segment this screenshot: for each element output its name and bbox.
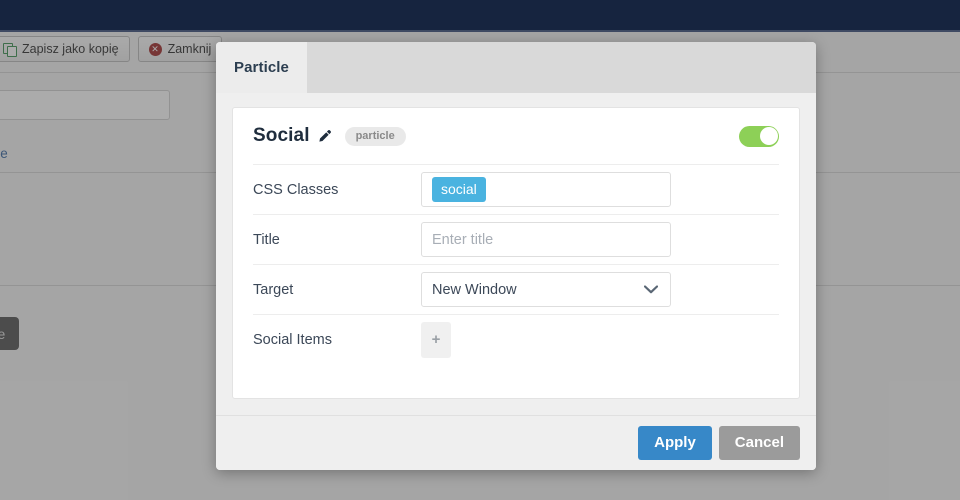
- row-title: Title Enter title: [253, 214, 779, 264]
- css-class-tag[interactable]: social: [432, 177, 486, 202]
- toggle-knob: [759, 127, 778, 145]
- target-select[interactable]: New Window: [421, 272, 671, 307]
- row-css-classes: CSS Classes social: [253, 164, 779, 214]
- social-items-label: Social Items: [253, 331, 332, 348]
- plus-icon: +: [431, 331, 441, 348]
- target-label: Target: [253, 281, 294, 298]
- chevron-down-icon: [644, 285, 658, 294]
- pencil-icon[interactable]: [318, 129, 332, 143]
- tab-particle-label: Particle: [234, 59, 289, 76]
- add-social-item-button[interactable]: +: [421, 321, 451, 358]
- row-target: Target New Window: [253, 264, 779, 314]
- tab-particle[interactable]: Particle: [216, 42, 307, 93]
- panel-header: Social particle: [233, 108, 799, 164]
- particle-settings-modal: Particle Social particle CSS Classes soc…: [216, 42, 816, 470]
- enable-particle-toggle[interactable]: [739, 125, 779, 147]
- apply-button[interactable]: Apply: [638, 426, 712, 460]
- target-control: New Window: [421, 272, 779, 307]
- screen: Zapisz jako kopię ✕ Zamknij ogacone arti…: [0, 0, 960, 500]
- css-classes-input[interactable]: social: [421, 172, 671, 207]
- title-input-placeholder: Enter title: [432, 231, 494, 248]
- title-input[interactable]: Enter title: [421, 222, 671, 257]
- title-label: Title: [253, 231, 280, 248]
- modal-footer: Apply Cancel: [216, 415, 816, 470]
- background-navbar: [0, 0, 960, 30]
- modal-tab-strip: Particle: [216, 42, 816, 93]
- css-classes-label: CSS Classes: [253, 181, 339, 198]
- page-title: Social: [253, 125, 310, 146]
- particle-settings-panel: Social particle CSS Classes social Title…: [232, 107, 800, 399]
- cancel-button[interactable]: Cancel: [718, 426, 800, 460]
- background-navbar-edge: [0, 30, 960, 32]
- css-classes-control: social: [421, 172, 779, 207]
- status-badge: particle: [344, 126, 406, 146]
- title-control: Enter title: [421, 222, 779, 257]
- target-select-value: New Window: [432, 281, 517, 298]
- social-items-control: +: [421, 321, 779, 358]
- settings-rows: CSS Classes social Title Enter title Tar…: [233, 164, 799, 364]
- modal-body: Social particle CSS Classes social Title…: [216, 93, 816, 415]
- row-social-items: Social Items +: [253, 314, 779, 364]
